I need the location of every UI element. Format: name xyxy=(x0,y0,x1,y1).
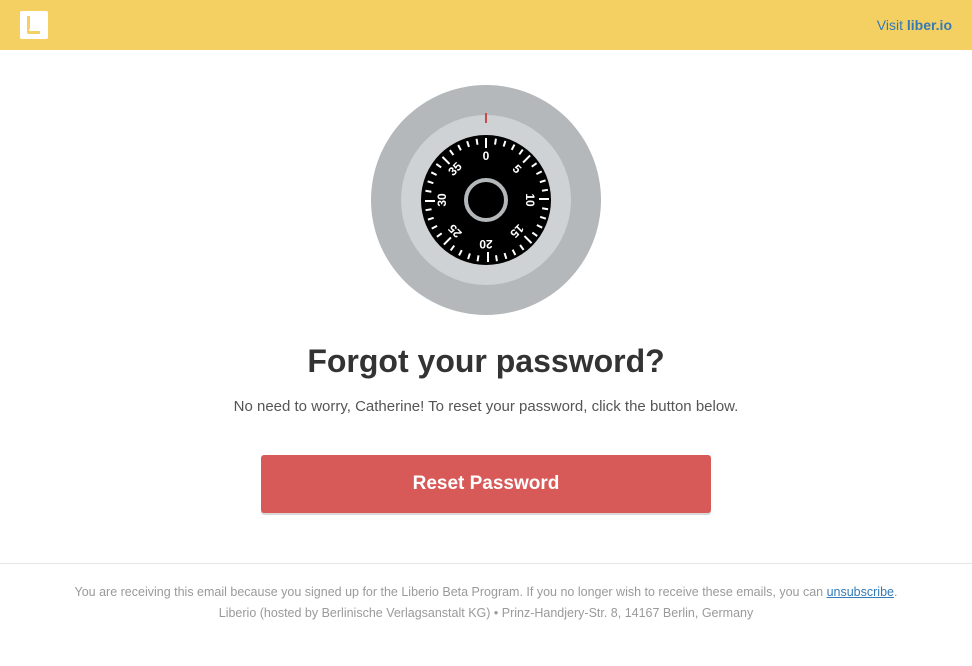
dial-tick xyxy=(511,144,515,150)
main-content: 05101520253035 Forgot your password? No … xyxy=(0,50,972,625)
header-bar: Visit liber.io xyxy=(0,0,972,50)
dial-tick xyxy=(531,162,537,167)
dial-tick xyxy=(428,217,434,220)
dial-tick xyxy=(449,150,454,156)
footer-line-1: You are receiving this email because you… xyxy=(40,582,932,603)
unsubscribe-link[interactable]: unsubscribe xyxy=(827,585,894,599)
dial-tick xyxy=(520,244,525,250)
dial-tick xyxy=(437,233,443,238)
dial-tick xyxy=(532,232,538,237)
dial-number: 30 xyxy=(435,193,449,206)
dial-tick xyxy=(504,253,507,259)
dial-tick xyxy=(518,149,523,155)
dial-tick xyxy=(450,245,455,251)
dial-tick xyxy=(426,209,432,211)
dial-tick xyxy=(466,141,469,147)
footer-divider xyxy=(0,563,972,564)
visit-link-site: liber.io xyxy=(907,17,952,33)
dial-tick xyxy=(537,224,543,228)
dial-tick xyxy=(425,190,431,192)
footer-line-2: Liberio (hosted by Berlinische Verlagsan… xyxy=(40,603,932,624)
dial-tick xyxy=(459,250,463,256)
reset-password-button[interactable]: Reset Password xyxy=(261,455,711,513)
dial-tick xyxy=(542,207,548,209)
dial-number: 5 xyxy=(510,162,525,177)
dial-tick xyxy=(539,198,549,200)
dial-tick xyxy=(540,179,546,182)
dial-tick xyxy=(524,235,532,243)
dial-tick xyxy=(485,138,487,148)
dial-center-ring xyxy=(464,178,508,222)
dial-tick xyxy=(540,216,546,219)
page-heading: Forgot your password? xyxy=(0,343,972,380)
dial-indicator-mark xyxy=(485,113,487,123)
dial-tick xyxy=(512,249,516,255)
dial-tick xyxy=(431,172,437,176)
lock-dial-illustration: 05101520253035 xyxy=(0,85,972,315)
footer-text-post: . xyxy=(894,585,897,599)
visit-link[interactable]: Visit liber.io xyxy=(877,17,952,33)
footer-text-pre: You are receiving this email because you… xyxy=(75,585,827,599)
dial-tick xyxy=(494,139,496,145)
dial-tick xyxy=(503,141,506,147)
logo-icon xyxy=(20,11,48,39)
dial-tick xyxy=(457,145,461,151)
dial-tick xyxy=(477,255,479,261)
dial-tick xyxy=(536,171,542,175)
dial-inner-circle: 05101520253035 xyxy=(421,135,551,265)
dial-tick xyxy=(476,139,478,145)
dial-tick xyxy=(436,164,442,169)
footer: You are receiving this email because you… xyxy=(0,582,972,625)
dial-number: 20 xyxy=(479,237,492,251)
dial-tick xyxy=(542,189,548,191)
dial-tick xyxy=(427,181,433,184)
dial-tick xyxy=(522,155,530,163)
visit-link-prefix: Visit xyxy=(877,17,907,33)
dial-tick xyxy=(425,200,435,202)
dial-tick xyxy=(432,225,438,229)
dial-number: 15 xyxy=(507,221,526,240)
dial-mid-circle: 05101520253035 xyxy=(401,115,571,285)
dial-number: 0 xyxy=(483,149,490,163)
dial-tick xyxy=(496,255,498,261)
dial-tick xyxy=(487,252,489,262)
instruction-text: No need to worry, Catherine! To reset yo… xyxy=(0,398,972,415)
dial-tick xyxy=(468,253,471,259)
dial-tick xyxy=(443,237,451,245)
dial-number: 10 xyxy=(523,193,537,206)
dial-outer-circle: 05101520253035 xyxy=(371,85,601,315)
